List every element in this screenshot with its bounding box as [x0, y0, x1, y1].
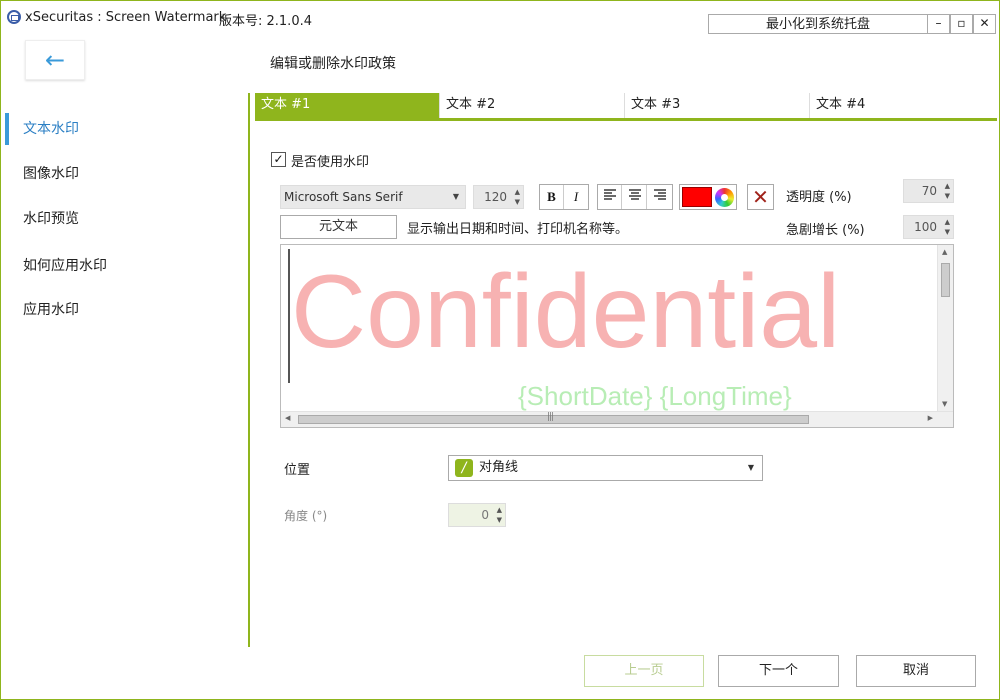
spin-arrows-icon[interactable]: ▲ ▼ — [515, 187, 520, 207]
use-watermark-label[interactable]: 是否使用水印 — [291, 151, 369, 170]
text-caret — [288, 249, 290, 383]
horizontal-scrollbar[interactable]: ◀ ||| ▶ — [281, 411, 953, 427]
angle-stepper[interactable]: 0 ▲ ▼ — [448, 503, 506, 527]
watermark-subtext[interactable]: {ShortDate} {LongTime} — [518, 381, 792, 411]
color-wheel-icon[interactable] — [715, 188, 734, 207]
spin-arrows-icon[interactable]: ▲ ▼ — [945, 181, 950, 201]
text-tabs: 文本 #1 文本 #2 文本 #3 文本 #4 — [255, 93, 997, 121]
italic-button[interactable]: I — [564, 185, 588, 209]
minimize-to-tray-button[interactable]: 最小化到系统托盘 — [708, 14, 928, 34]
growth-stepper[interactable]: 100 ▲ ▼ — [903, 215, 954, 239]
position-value: 对角线 — [479, 460, 519, 475]
sidebar-item-watermark-preview[interactable]: 水印预览 — [1, 199, 246, 239]
angle-label: 角度 (°) — [284, 509, 328, 523]
tab-text-1[interactable]: 文本 #1 — [255, 93, 440, 118]
sidebar: 文本水印 图像水印 水印预览 如何应用水印 应用水印 — [1, 93, 250, 647]
align-button-group — [597, 184, 673, 210]
app-title: xSecuritas : Screen Watermark — [25, 10, 227, 25]
scroll-left-icon[interactable]: ◀ — [285, 414, 290, 422]
align-center-icon[interactable] — [623, 185, 647, 209]
font-size-stepper[interactable]: 120 ▲ ▼ — [473, 185, 524, 209]
position-select[interactable]: / 对角线 ▼ — [448, 455, 763, 481]
style-button-group: B I — [539, 184, 589, 210]
text-color-picker[interactable] — [679, 184, 737, 210]
opacity-label: 透明度 (%) — [786, 190, 852, 205]
next-button[interactable]: 下一个 — [718, 655, 839, 687]
watermark-text-editor[interactable]: Confidential {ShortDate} {LongTime} ▲ ▼ … — [280, 244, 954, 428]
meta-text-description: 显示输出日期和时间、打印机名称等。 — [407, 222, 629, 237]
align-left-icon[interactable] — [598, 185, 622, 209]
tab-text-3[interactable]: 文本 #3 — [625, 93, 810, 118]
scroll-up-icon[interactable]: ▲ — [942, 248, 947, 256]
chevron-down-icon: ▼ — [452, 192, 459, 201]
app-window: xSecuritas : Screen Watermark 版本号: 2.1.0… — [0, 0, 1000, 700]
back-arrow-icon[interactable]: ← — [25, 40, 85, 80]
close-icon[interactable]: ✕ — [973, 14, 996, 34]
opacity-stepper[interactable]: 70 ▲ ▼ — [903, 179, 954, 203]
growth-value: 100 — [914, 220, 937, 234]
sidebar-item-text-watermark[interactable]: 文本水印 — [1, 109, 246, 149]
cancel-button[interactable]: 取消 — [856, 655, 976, 687]
text-color-swatch[interactable] — [682, 187, 712, 207]
page-title: 编辑或删除水印政策 — [270, 56, 396, 72]
vertical-scroll-thumb[interactable] — [941, 263, 950, 297]
position-label: 位置 — [284, 463, 311, 478]
align-right-icon[interactable] — [648, 185, 672, 209]
use-watermark-checkbox[interactable]: ✓ — [271, 152, 286, 167]
font-family-value: Microsoft Sans Serif — [284, 190, 403, 204]
horizontal-scroll-thumb[interactable] — [298, 415, 809, 424]
font-size-value: 120 — [484, 190, 507, 204]
tab-text-4[interactable]: 文本 #4 — [810, 93, 997, 118]
chevron-down-icon: ▼ — [747, 463, 754, 472]
scroll-right-icon[interactable]: ▶ — [928, 414, 933, 422]
vertical-scrollbar[interactable]: ▲ ▼ — [937, 245, 953, 411]
sidebar-item-how-to-apply[interactable]: 如何应用水印 — [1, 246, 246, 286]
sidebar-item-image-watermark[interactable]: 图像水印 — [1, 154, 246, 194]
watermark-text[interactable]: Confidential — [291, 253, 840, 371]
meta-text-button[interactable]: 元文本 — [280, 215, 397, 239]
clear-format-icon[interactable]: ✕ — [747, 184, 774, 210]
diagonal-icon: / — [455, 459, 473, 477]
app-logo-icon — [7, 10, 21, 24]
spin-arrows-icon[interactable]: ▲ ▼ — [945, 217, 950, 237]
bold-button[interactable]: B — [540, 185, 564, 209]
opacity-value: 70 — [921, 184, 937, 198]
font-family-select[interactable]: Microsoft Sans Serif ▼ — [280, 185, 466, 209]
spin-arrows-icon[interactable]: ▲ ▼ — [497, 505, 502, 525]
maximize-icon[interactable]: ▫ — [950, 14, 973, 34]
title-bar: xSecuritas : Screen Watermark 版本号: 2.1.0… — [1, 1, 999, 37]
previous-button[interactable]: 上一页 — [584, 655, 704, 687]
minimize-icon[interactable]: – — [927, 14, 950, 34]
growth-label: 急剧增长 (%) — [786, 223, 865, 238]
app-version: 版本号: 2.1.0.4 — [219, 14, 312, 29]
tab-text-2[interactable]: 文本 #2 — [440, 93, 625, 118]
sidebar-item-apply-watermark[interactable]: 应用水印 — [1, 290, 246, 330]
scroll-grip-icon: ||| — [547, 412, 554, 422]
angle-value: 0 — [481, 508, 489, 522]
scroll-down-icon[interactable]: ▼ — [942, 400, 947, 408]
